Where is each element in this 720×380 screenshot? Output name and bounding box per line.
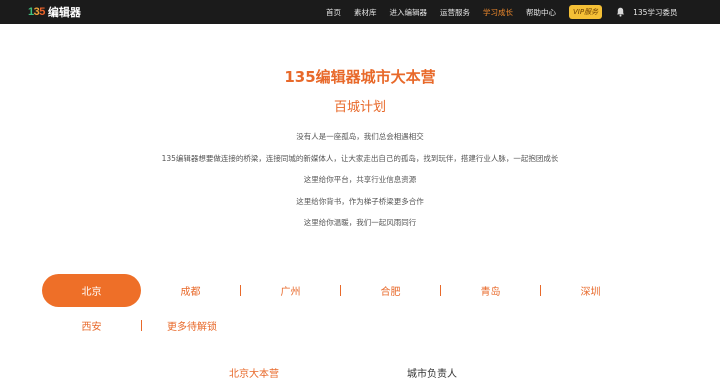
vip-service-button[interactable]: VIP服务: [569, 5, 603, 19]
nav-home[interactable]: 首页: [326, 7, 341, 18]
page-title: 135编辑器城市大本营: [284, 68, 436, 86]
nav-learning[interactable]: 学习成长: [483, 7, 513, 18]
intro-text: 没有人是一座孤岛，我们总会相遇相交 135编辑器想要做连接的桥梁，连接同城的新媒…: [0, 126, 720, 234]
bell-icon[interactable]: [615, 7, 625, 17]
section-heading-base: 北京大本营: [229, 369, 279, 380]
nav-materials[interactable]: 素材库: [354, 7, 377, 18]
intro-line: 这里给你背书，作为梯子桥梁更多合作: [296, 196, 424, 206]
intro-line: 这里给你平台，共享行业信息资源: [303, 175, 417, 184]
city-tabs: 北京 成都 广州 合肥 青岛 深圳: [42, 274, 640, 307]
city-tabs-row2: 西安 更多待解锁: [42, 315, 242, 335]
nav-editor[interactable]: 进入编辑器: [390, 7, 428, 18]
city-tab-hefei[interactable]: 合肥: [341, 274, 440, 307]
page-subtitle: 百城计划: [333, 100, 386, 115]
intro-line: 135编辑器想要做连接的桥梁，连接同城的新媒体人，让大家走出自己的孤岛，找到玩伴…: [161, 153, 559, 163]
city-tab-chengdu[interactable]: 成都: [141, 274, 240, 307]
section-heading-leader: 城市负责人: [407, 369, 457, 380]
user-account[interactable]: 135学习委员: [633, 7, 677, 18]
logo-text: 编辑器: [47, 6, 81, 19]
logo-digit: 5: [39, 5, 45, 18]
city-tab-more[interactable]: 更多待解锁: [142, 315, 242, 335]
logo[interactable]: 135 编辑器: [28, 4, 81, 20]
city-tab-xian[interactable]: 西安: [42, 315, 141, 335]
city-tab-guangzhou[interactable]: 广州: [241, 274, 340, 307]
logo-mark: 135: [28, 5, 45, 18]
main-nav: 首页 素材库 进入编辑器 运营服务 学习成长 帮助中心 VIP服务 135学习委…: [326, 0, 677, 24]
nav-help[interactable]: 帮助中心: [526, 7, 556, 18]
intro-line: 这里给你温暖，我们一起风雨同行: [303, 218, 417, 227]
top-navbar: 135 编辑器 首页 素材库 进入编辑器 运营服务 学习成长 帮助中心 VIP服…: [0, 0, 720, 24]
intro-line: 没有人是一座孤岛，我们总会相遇相交: [296, 132, 424, 141]
city-tab-qingdao[interactable]: 青岛: [441, 274, 540, 307]
city-tab-beijing[interactable]: 北京: [42, 274, 141, 307]
city-tab-shenzhen[interactable]: 深圳: [541, 274, 640, 307]
nav-operations[interactable]: 运营服务: [440, 7, 470, 18]
